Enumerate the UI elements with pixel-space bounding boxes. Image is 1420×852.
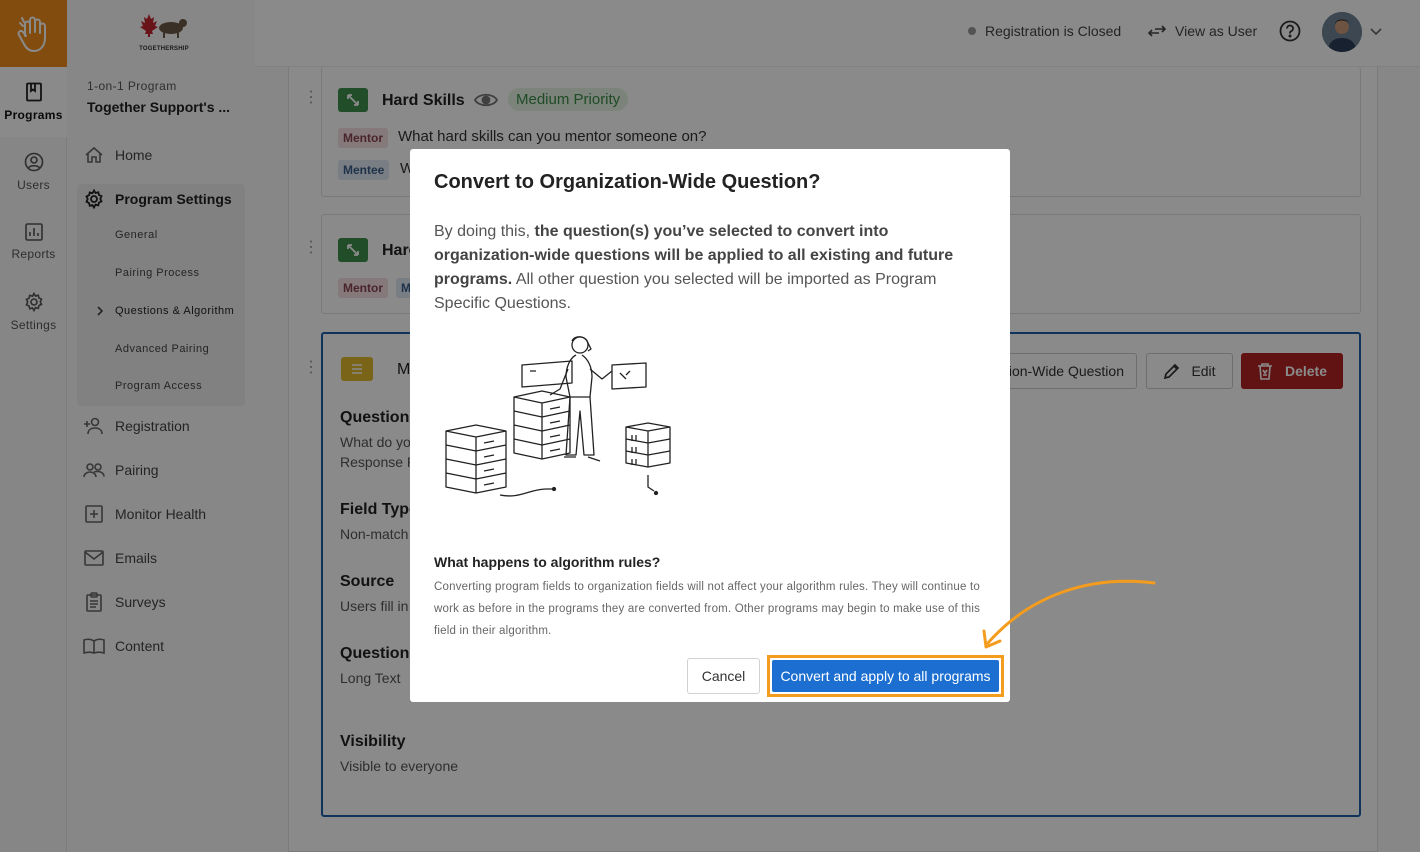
confirm-highlight: Convert and apply to all programs: [767, 655, 1004, 697]
convert-dialog: Convert to Organization-Wide Question? B…: [410, 149, 1010, 702]
dialog-note: Converting program fields to organizatio…: [434, 581, 981, 637]
convert-apply-button[interactable]: Convert and apply to all programs: [772, 660, 999, 692]
dialog-body: By doing this, the question(s) you’ve se…: [434, 220, 990, 316]
dialog-title: Convert to Organization-Wide Question?: [434, 171, 821, 193]
dialog-body-prefix: By doing this,: [434, 223, 535, 240]
cancel-button[interactable]: Cancel: [687, 658, 760, 694]
server-person-illustration: [445, 336, 671, 497]
dialog-subheading: What happens to algorithm rules?: [434, 554, 661, 570]
pointer-arrow-annotation: [982, 579, 1156, 649]
